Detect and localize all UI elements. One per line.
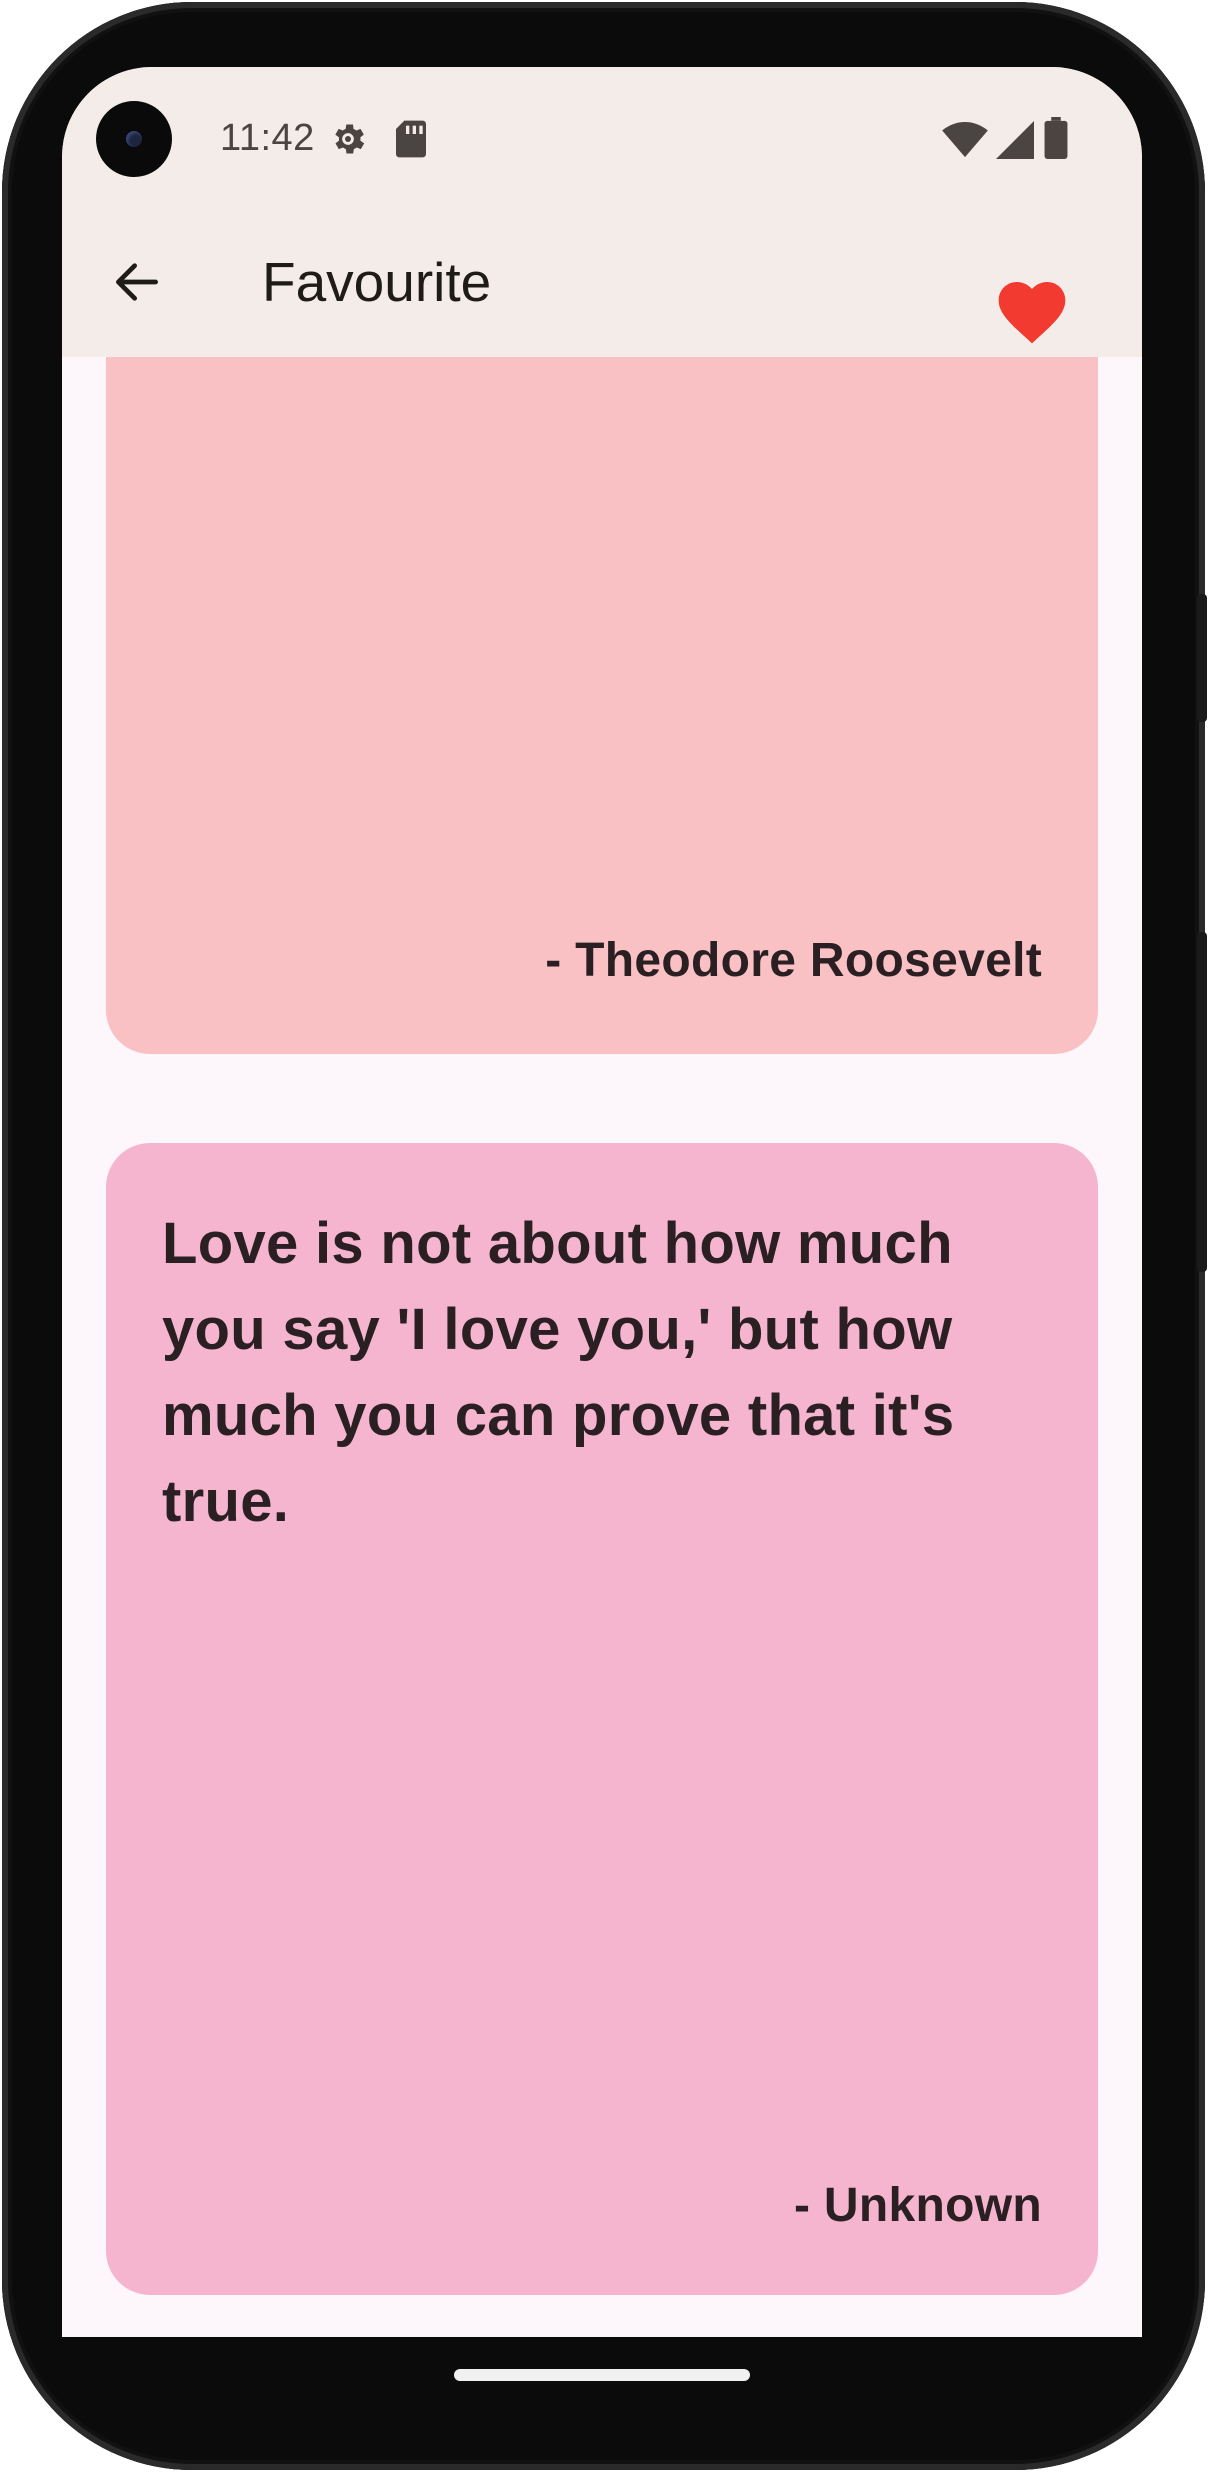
quote-author: - Unknown <box>794 2179 1042 2232</box>
arrow-left-icon <box>116 263 159 301</box>
quote-card[interactable]: Love is not about how much you say 'I lo… <box>106 1143 1098 2295</box>
quote-author: - Theodore Roosevelt <box>545 934 1042 987</box>
quote-text: Love is not about how much you say 'I lo… <box>162 1211 955 1534</box>
back-button[interactable] <box>102 247 172 317</box>
app-bar: Favourite <box>62 207 1142 357</box>
status-time: 11:42 <box>220 117 315 159</box>
quote-card[interactable]: - Theodore Roosevelt <box>106 357 1098 1054</box>
cell-signal-icon <box>996 121 1034 159</box>
power-button <box>1197 594 1207 722</box>
home-indicator[interactable] <box>454 2369 750 2381</box>
heart-icon <box>998 282 1066 344</box>
phone-frame: - Theodore Roosevelt Love is not about h… <box>2 2 1207 2470</box>
wifi-icon <box>942 121 988 158</box>
screen: - Theodore Roosevelt Love is not about h… <box>62 67 1142 2337</box>
front-camera <box>96 101 172 177</box>
favourite-button[interactable] <box>992 272 1072 352</box>
page-title: Favourite <box>262 251 492 313</box>
status-bar: 11:42 <box>62 67 1142 207</box>
sd-card-icon <box>396 120 426 158</box>
battery-icon <box>1044 117 1068 159</box>
volume-button <box>1197 932 1207 1272</box>
settings-gear-icon <box>335 124 365 154</box>
